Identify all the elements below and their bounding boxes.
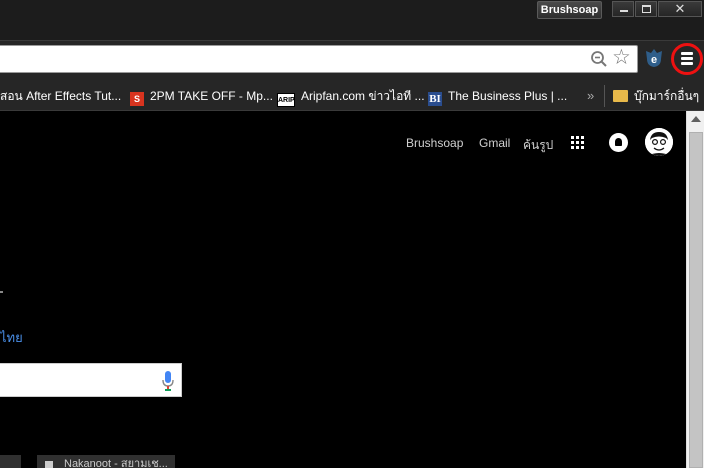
document-icon bbox=[45, 461, 53, 468]
close-icon: ✕ bbox=[674, 1, 686, 16]
maximize-button[interactable] bbox=[635, 1, 657, 17]
bookmark-item[interactable]: BI The Business Plus | ... bbox=[428, 87, 567, 106]
avatar[interactable] bbox=[645, 128, 673, 156]
menu-bar-icon bbox=[681, 62, 693, 65]
bookmark-favicon-icon: ARIP bbox=[277, 93, 295, 107]
scroll-up-arrow-icon[interactable] bbox=[691, 116, 701, 122]
image-search-link[interactable]: ค้นรูป bbox=[523, 136, 553, 155]
menu-bar-icon bbox=[681, 57, 693, 60]
shortcut-tile[interactable]: Nakanoot - สยามเช... bbox=[37, 455, 175, 468]
maximize-icon bbox=[642, 5, 651, 13]
close-button[interactable]: ✕ bbox=[658, 1, 702, 17]
scrollbar-thumb[interactable] bbox=[689, 132, 703, 468]
bookmark-star-icon[interactable]: ☆ bbox=[612, 47, 634, 69]
chrome-menu-button[interactable] bbox=[671, 43, 703, 75]
title-bar: Brushsoap ✕ bbox=[0, 0, 704, 40]
bookmark-favicon-icon: BI bbox=[428, 92, 442, 106]
minimize-button[interactable] bbox=[612, 1, 634, 17]
menu-bar-icon bbox=[681, 52, 693, 55]
shortcut-tile[interactable] bbox=[0, 455, 21, 468]
bookmark-item[interactable]: สอน After Effects Tut... bbox=[0, 87, 121, 105]
browser-toolbar: ☆ e bbox=[0, 40, 704, 80]
zoom-icon[interactable] bbox=[590, 50, 608, 68]
bookmark-favicon-icon: S bbox=[130, 92, 144, 106]
profile-button[interactable]: Brushsoap bbox=[537, 1, 602, 19]
search-input[interactable] bbox=[0, 363, 182, 397]
profile-link[interactable]: Brushsoap bbox=[406, 136, 463, 150]
page-content: Brushsoap Gmail ค้นรูป ไทย Nakanoot - สย… bbox=[0, 111, 686, 468]
gmail-link[interactable]: Gmail bbox=[479, 136, 510, 150]
bookmark-item[interactable]: ARIP Aripfan.com ข่าวไอที ... bbox=[277, 87, 425, 107]
minimize-icon bbox=[620, 10, 628, 12]
bookmarks-bar: สอน After Effects Tut... S 2PM TAKE OFF -… bbox=[0, 80, 704, 111]
vertical-scrollbar[interactable] bbox=[686, 111, 704, 468]
svg-text:e: e bbox=[651, 54, 657, 66]
other-bookmarks-folder[interactable]: บุ๊กมาร์กอื่นๆ bbox=[613, 87, 699, 105]
folder-icon bbox=[613, 90, 628, 102]
shortcut-tile-label: Nakanoot - สยามเช... bbox=[64, 458, 168, 468]
bookmarks-divider bbox=[604, 85, 605, 107]
apps-grid-icon[interactable] bbox=[571, 136, 585, 150]
bookmarks-overflow-chevron-icon[interactable]: » bbox=[587, 87, 594, 105]
bookmark-item[interactable]: S 2PM TAKE OFF - Mp... bbox=[130, 87, 273, 106]
address-bar[interactable]: ☆ bbox=[0, 45, 638, 73]
extension-icon[interactable]: e bbox=[643, 47, 665, 69]
notifications-bell-icon[interactable] bbox=[609, 133, 628, 152]
divider bbox=[0, 291, 3, 293]
language-link[interactable]: ไทย bbox=[0, 327, 23, 348]
microphone-icon[interactable] bbox=[161, 370, 175, 392]
